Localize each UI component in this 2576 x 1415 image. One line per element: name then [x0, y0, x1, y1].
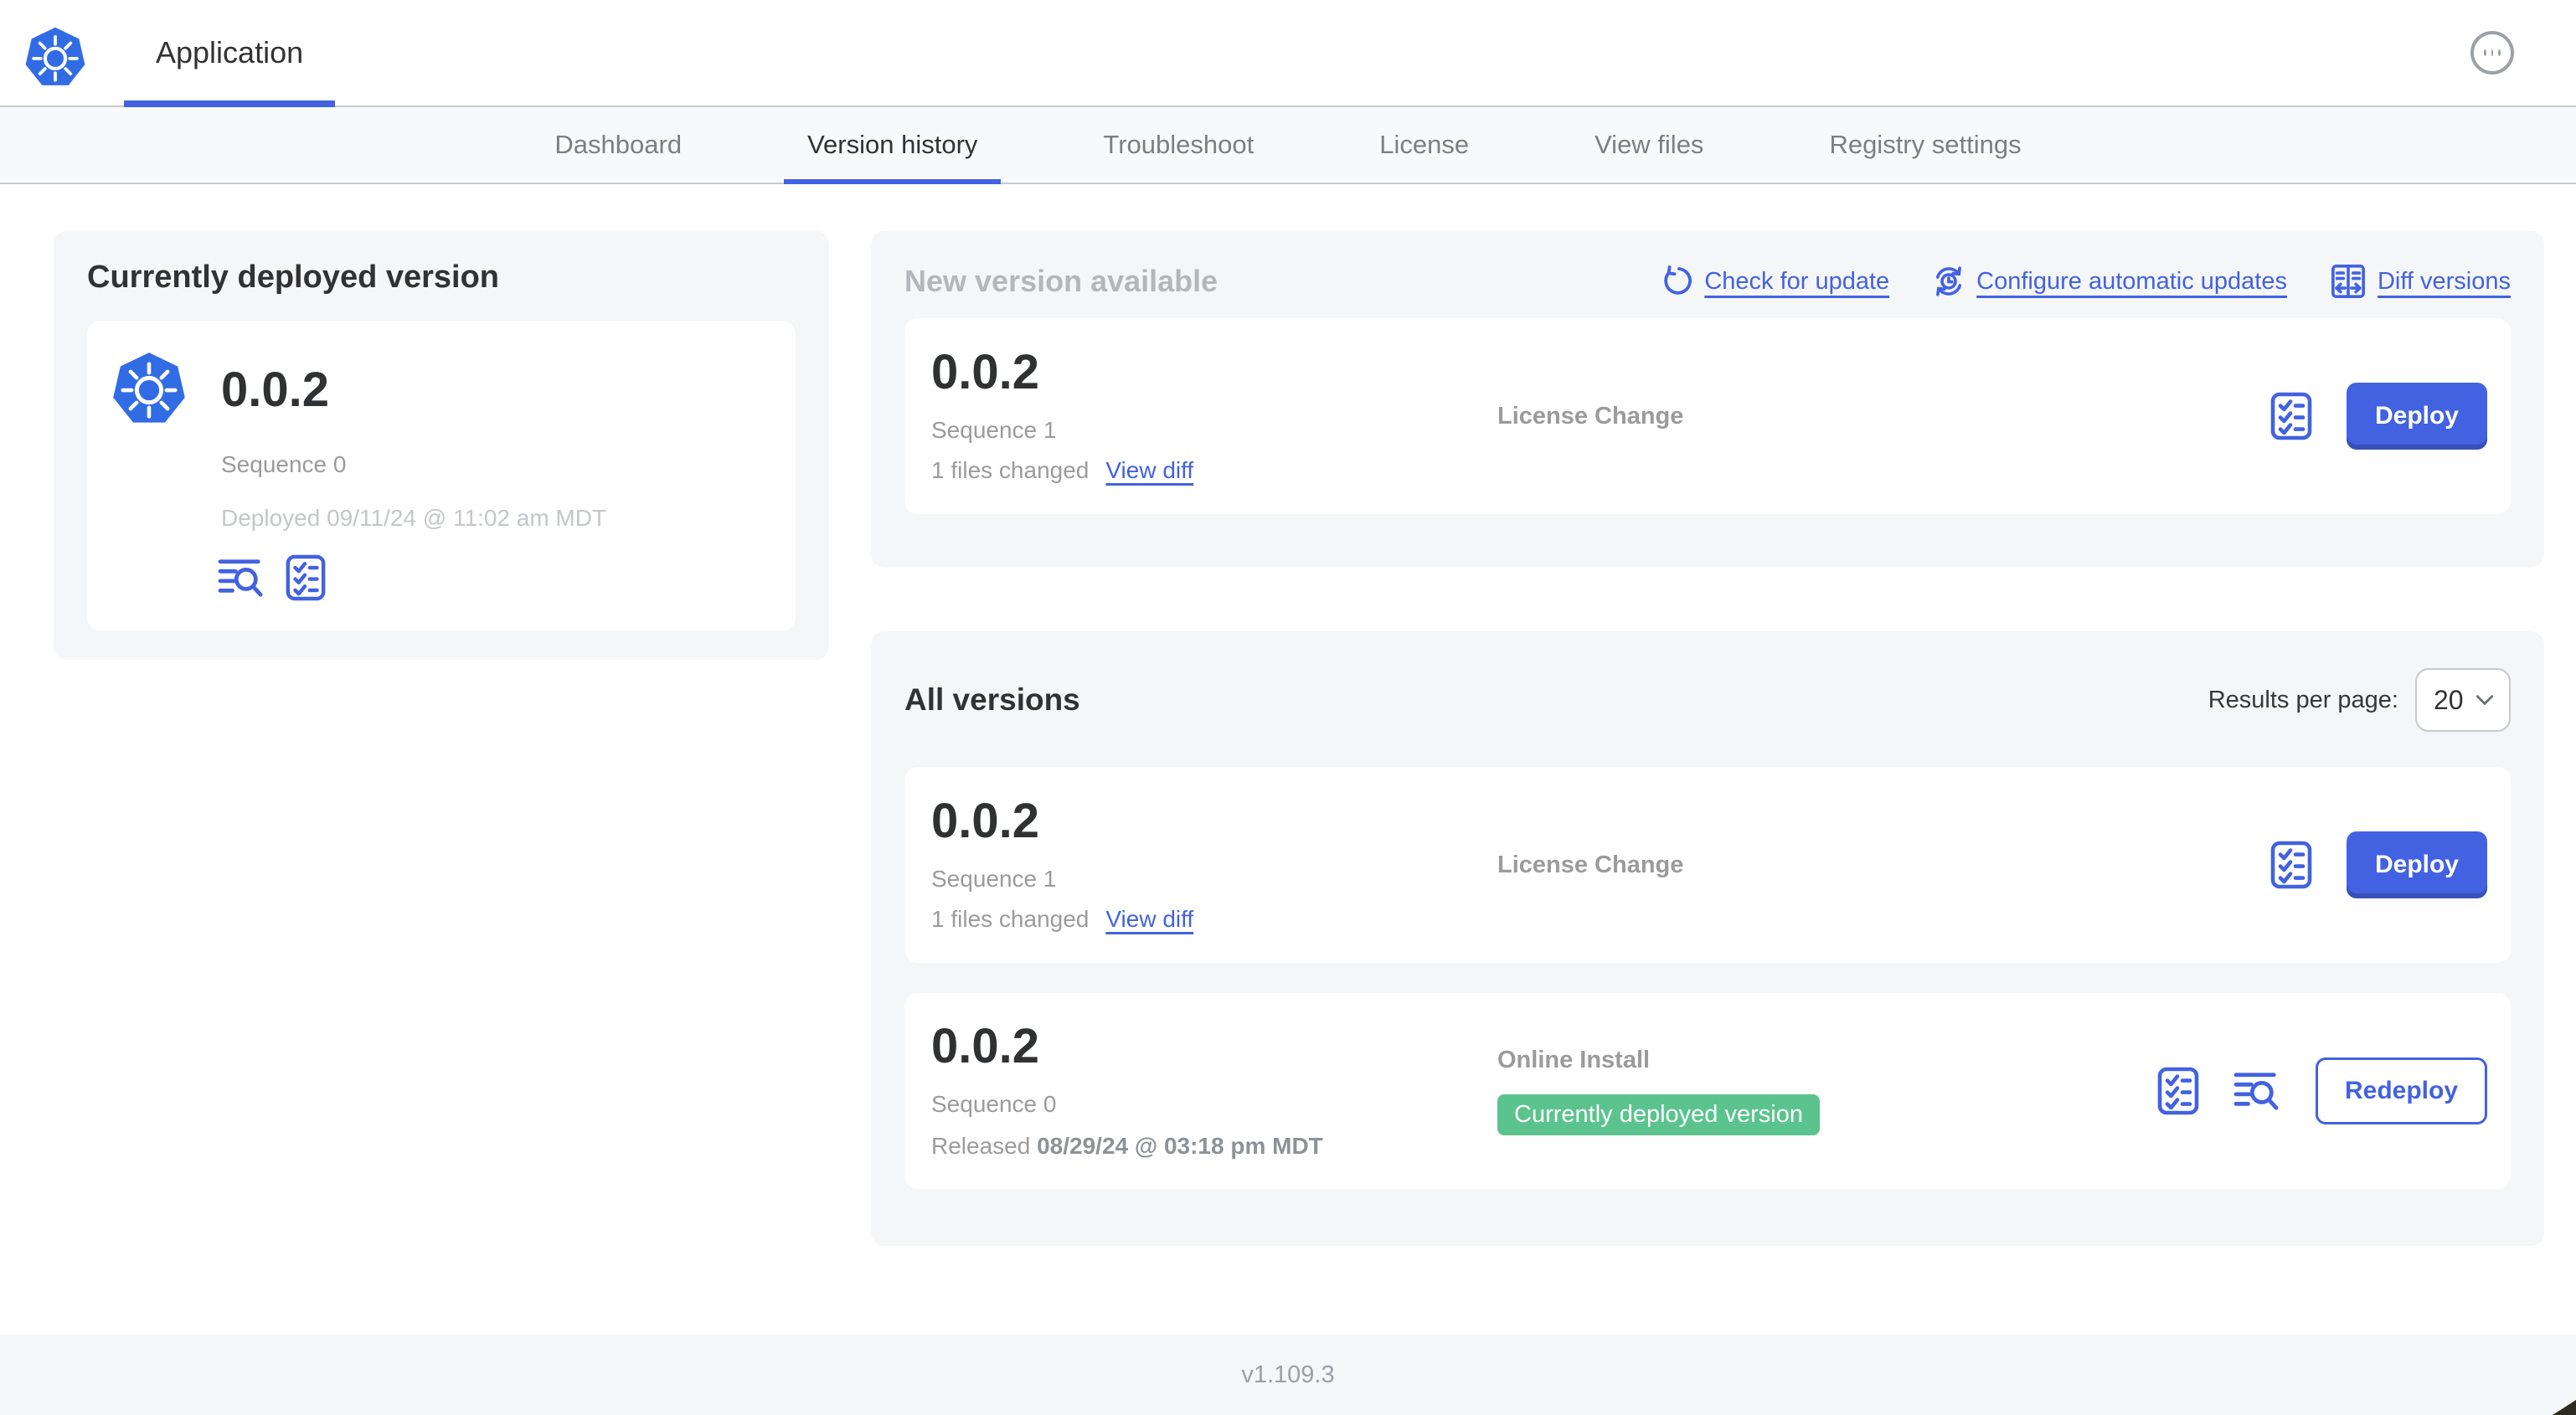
view-logs-icon	[218, 559, 263, 597]
view-logs-icon	[2233, 1073, 2279, 1110]
preflight-checks-icon	[2270, 392, 2312, 440]
all-versions-card: All versions Results per page: 20 0.0.2 …	[871, 631, 2544, 1246]
preflight-checks-icon	[286, 554, 326, 601]
currently-deployed-card: Currently deployed version 0.0.2 Sequenc…	[54, 231, 829, 660]
deploy-button[interactable]: Deploy	[2346, 831, 2487, 898]
currently-deployed-title: Currently deployed version	[87, 260, 500, 295]
tab-view-files[interactable]: View files	[1571, 107, 1727, 183]
files-changed-label: 1 files changed	[931, 906, 1090, 932]
app-title: Application	[156, 35, 304, 69]
refresh-icon	[1664, 265, 1692, 295]
configure-automatic-updates-link[interactable]: Configure automatic updates	[1933, 265, 2287, 297]
deploy-button[interactable]: Deploy	[2346, 383, 2487, 450]
all-versions-title: All versions	[904, 682, 1080, 717]
tab-license[interactable]: License	[1356, 107, 1492, 183]
admin-console-page: Application Dashboard Version history Tr…	[0, 0, 2576, 1415]
new-version-heading: New version available	[904, 264, 1218, 298]
more-options-button[interactable]	[2470, 31, 2514, 75]
diff-icon	[2331, 265, 2365, 298]
version-source-label: License Change	[1497, 851, 1684, 878]
update-actions: Check for update Configure automatic upd…	[1661, 264, 2511, 299]
preflight-checks-button[interactable]	[2269, 391, 2313, 441]
check-for-update-link[interactable]: Check for update	[1661, 265, 1889, 297]
sequence-label: Sequence 0	[931, 1091, 1057, 1117]
preflight-checks-button[interactable]	[2269, 840, 2313, 890]
preflight-checks-icon	[2157, 1067, 2199, 1115]
version-label: 0.0.2	[931, 345, 1039, 399]
app-subnav: Dashboard Version history Troubleshoot L…	[0, 107, 2576, 184]
version-row: 0.0.2 Sequence 1 1 files changed View di…	[904, 767, 2511, 963]
files-changed-label: 1 files changed	[931, 457, 1090, 483]
auto-update-clock-icon	[1936, 266, 1962, 296]
results-per-page-select[interactable]: 20	[2415, 668, 2511, 732]
tab-version-history[interactable]: Version history	[784, 107, 1001, 184]
version-label: 0.0.2	[931, 794, 1039, 848]
diff-versions-link[interactable]: Diff versions	[2331, 264, 2511, 299]
chevron-down-icon	[2476, 695, 2494, 706]
new-version-card: New version available Check for update C…	[871, 231, 2544, 568]
tab-dashboard[interactable]: Dashboard	[531, 107, 705, 183]
sequence-label: Sequence 1	[931, 417, 1057, 443]
version-source-label: License Change	[1497, 402, 1684, 430]
tab-troubleshoot[interactable]: Troubleshoot	[1079, 107, 1277, 183]
page-footer: v1.109.3	[0, 1335, 2576, 1415]
redeploy-button[interactable]: Redeploy	[2315, 1057, 2487, 1124]
top-header: Application	[0, 0, 2576, 107]
kubernetes-logo-icon	[111, 349, 188, 430]
currently-deployed-version-card: 0.0.2 Sequence 0 Deployed 09/11/24 @ 11:…	[87, 321, 796, 630]
version-history-content: Currently deployed version 0.0.2 Sequenc…	[0, 184, 2576, 1335]
sequence-label: Sequence 0	[221, 451, 347, 477]
view-diff-link[interactable]: View diff	[1105, 457, 1193, 484]
ellipsis-icon	[2484, 49, 2486, 56]
view-logs-button[interactable]	[2233, 1070, 2282, 1112]
version-label: 0.0.2	[221, 362, 329, 417]
version-label: 0.0.2	[931, 1019, 1039, 1073]
results-per-page-label: Results per page:	[2208, 686, 2398, 713]
sequence-label: Sequence 1	[931, 866, 1057, 892]
version-row: 0.0.2 Sequence 0 Released 08/29/24 @ 03:…	[904, 993, 2511, 1189]
app-tab[interactable]: Application	[124, 0, 336, 107]
currently-deployed-badge: Currently deployed version	[1497, 1094, 1820, 1135]
preflight-checks-button[interactable]	[285, 553, 327, 602]
new-version-row: 0.0.2 Sequence 1 1 files changed View di…	[904, 318, 2511, 514]
kubernetes-logo-icon	[23, 23, 87, 93]
console-version-label: v1.109.3	[1241, 1361, 1335, 1388]
tab-registry-settings[interactable]: Registry settings	[1806, 107, 2044, 183]
version-source-label: Online Install	[1497, 1047, 1651, 1073]
deployed-timestamp: Deployed 09/11/24 @ 11:02 am MDT	[221, 505, 607, 531]
view-diff-link[interactable]: View diff	[1105, 906, 1193, 933]
preflight-checks-button[interactable]	[2156, 1066, 2200, 1116]
right-column: New version available Check for update C…	[871, 231, 2544, 1246]
released-timestamp: Released 08/29/24 @ 03:18 pm MDT	[931, 1133, 1323, 1159]
view-logs-button[interactable]	[218, 557, 266, 599]
preflight-checks-icon	[2270, 841, 2312, 889]
